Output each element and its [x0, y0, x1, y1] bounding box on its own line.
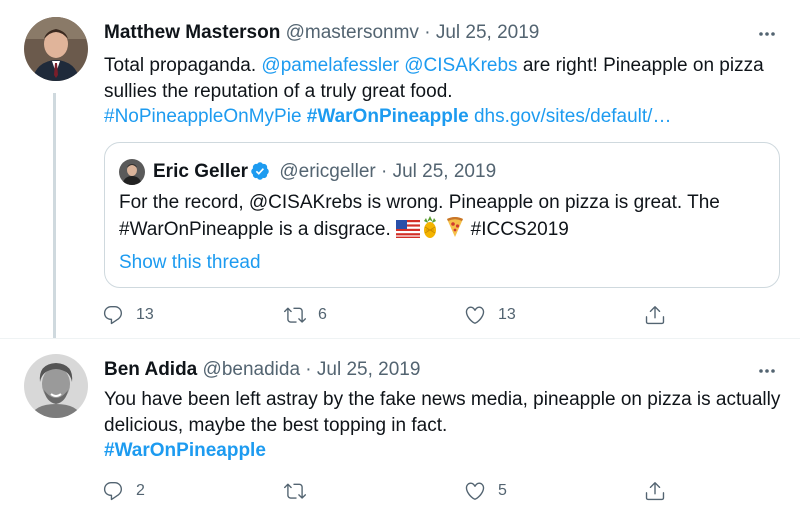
thread-connector-line [53, 93, 56, 339]
tweet-date[interactable]: Jul 25, 2019 [393, 161, 497, 182]
author-handle[interactable]: @benadida [203, 359, 300, 380]
retweet-button[interactable]: 6 [284, 300, 327, 330]
tweet-text: Total propaganda. @pamelafessler @CISAKr… [104, 53, 784, 130]
tweet-text-segment: Total propaganda. [104, 55, 262, 76]
heart-icon [465, 482, 485, 500]
author-name[interactable]: Eric Geller [153, 161, 248, 182]
retweet-button[interactable] [284, 476, 318, 506]
share-button[interactable] [644, 300, 666, 330]
hashtag-link[interactable]: #WarOnPineapple [104, 440, 266, 461]
us-flag-icon [396, 219, 421, 246]
heart-icon [465, 306, 485, 324]
show-thread-link[interactable]: Show this thread [119, 250, 261, 276]
author-handle[interactable]: @mastersonmv [286, 22, 419, 43]
reply-icon [103, 482, 123, 501]
separator-dot: · [305, 359, 312, 380]
avatar[interactable] [24, 17, 88, 81]
mention-link[interactable]: @pamelafessler [261, 55, 399, 76]
tweet[interactable]: Matthew Masterson @mastersonmv · Jul 25,… [0, 0, 800, 339]
hashtag-text[interactable]: #ICCS2019 [471, 219, 569, 240]
pineapple-icon [420, 215, 440, 246]
reply-count: 2 [136, 482, 145, 499]
like-button[interactable]: 5 [464, 476, 507, 506]
author-handle[interactable]: @ericgeller [279, 161, 375, 182]
verified-badge-icon [250, 161, 270, 189]
hashtag-link[interactable]: #NoPineappleOnMyPie [104, 106, 302, 127]
more-options-button[interactable] [754, 358, 780, 384]
tweet-actions: 13 6 13 [100, 300, 680, 330]
more-icon [759, 32, 775, 36]
tweet-date[interactable]: Jul 25, 2019 [436, 22, 540, 43]
retweet-count: 6 [318, 306, 327, 323]
tweet-header: Matthew Masterson @mastersonmv · Jul 25,… [104, 21, 539, 45]
more-icon [759, 369, 775, 373]
tweet-actions: 2 5 [100, 476, 680, 506]
quoted-tweet[interactable]: Eric Geller @ericgeller · Jul 25, 2019 F… [104, 142, 780, 288]
share-button[interactable] [644, 476, 666, 506]
url-link[interactable]: dhs.gov/sites/default/… [474, 106, 672, 127]
separator-dot: · [381, 161, 388, 182]
retweet-icon [284, 483, 306, 499]
share-icon [645, 482, 665, 501]
share-icon [645, 306, 665, 325]
tweet-text-segment: You have been left astray by the fake ne… [104, 389, 781, 436]
tweet-header: Ben Adida @benadida · Jul 25, 2019 [104, 358, 420, 382]
reply-icon [103, 306, 123, 325]
reply-button[interactable]: 2 [102, 476, 145, 506]
mention-link[interactable]: @CISAKrebs [404, 55, 517, 76]
pizza-icon [445, 216, 465, 246]
reply-button[interactable]: 13 [102, 300, 154, 330]
tweet[interactable]: Ben Adida @benadida · Jul 25, 2019 You h… [0, 338, 800, 516]
retweet-icon [284, 307, 306, 323]
like-count: 5 [498, 482, 507, 499]
like-button[interactable]: 13 [464, 300, 516, 330]
tweet-date[interactable]: Jul 25, 2019 [317, 359, 421, 380]
quoted-tweet-text: For the record, @CISAKrebs is wrong. Pin… [119, 190, 769, 245]
like-count: 13 [498, 306, 516, 323]
reply-count: 13 [136, 306, 154, 323]
avatar[interactable] [24, 354, 88, 418]
hashtag-link[interactable]: #WarOnPineapple [307, 106, 469, 127]
quoted-tweet-header: Eric Geller @ericgeller · Jul 25, 2019 [153, 159, 496, 189]
separator-dot: · [424, 22, 431, 43]
more-options-button[interactable] [754, 21, 780, 47]
author-name[interactable]: Matthew Masterson [104, 22, 280, 43]
avatar[interactable] [119, 159, 145, 185]
author-name[interactable]: Ben Adida [104, 359, 197, 380]
tweet-text: You have been left astray by the fake ne… [104, 387, 784, 464]
